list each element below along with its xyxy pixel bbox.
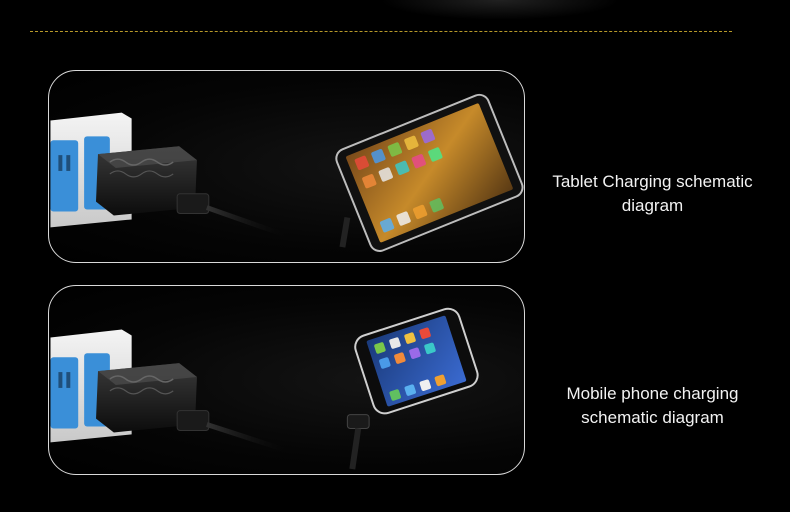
charger-adapter — [95, 146, 210, 216]
tablet-caption-line-2: diagram — [621, 196, 684, 215]
tablet-charging-image — [48, 70, 525, 263]
phone-caption-line-1: Mobile phone charging — [566, 384, 739, 403]
phone-dock-connector — [346, 414, 370, 470]
tablet-caption-line-1: Tablet Charging schematic — [552, 172, 753, 191]
tablet-device — [335, 93, 524, 252]
phone-caption: Mobile phone charging schematic diagram — [530, 382, 775, 430]
top-glow — [380, 0, 620, 20]
phone-device — [354, 307, 479, 415]
charger-adapter-2 — [96, 363, 210, 433]
usb-cable-2 — [206, 422, 299, 457]
tablet-cable — [339, 216, 351, 248]
usb-cable — [206, 205, 299, 242]
phone-charging-image — [48, 285, 525, 475]
tablet-caption: Tablet Charging schematic diagram — [530, 170, 775, 218]
phone-scene-illustration — [50, 307, 479, 470]
dashed-divider — [30, 31, 732, 32]
phone-caption-line-2: schematic diagram — [581, 408, 724, 427]
tablet-scene-illustration — [50, 93, 524, 252]
